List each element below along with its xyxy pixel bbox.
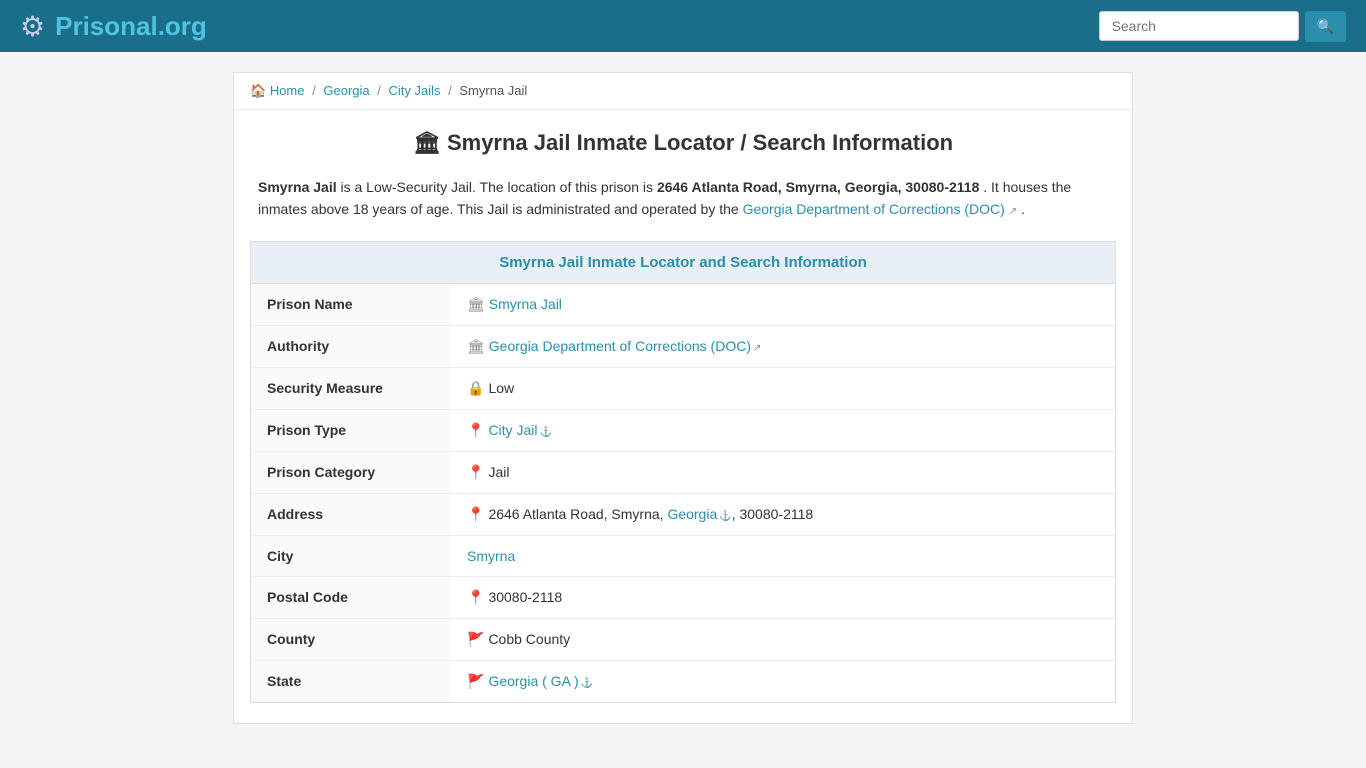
location-icon: 📍 <box>467 422 484 438</box>
label-address: Address <box>251 493 451 535</box>
logo-main: Prisonal <box>55 11 158 41</box>
home-icon: 🏠 <box>250 83 266 98</box>
state-link-in-address[interactable]: Georgia <box>667 506 717 522</box>
search-button[interactable]: 🔍 <box>1305 11 1346 42</box>
table-row: Prison Type 📍City Jail⚓ <box>251 409 1115 451</box>
postal-icon: 📍 <box>467 589 484 605</box>
table-row: Prison Name 🏛Smyrna Jail <box>251 284 1115 326</box>
county-icon: 🚩 <box>467 631 484 647</box>
table-row: Security Measure 🔒Low <box>251 367 1115 409</box>
label-prison-category: Prison Category <box>251 451 451 493</box>
ext-icon3: ⚓ <box>719 511 731 522</box>
postal-code-value: 30080-2118 <box>488 589 562 605</box>
description: Smyrna Jail is a Low-Security Jail. The … <box>234 166 1132 241</box>
state-link[interactable]: Georgia ( GA ) <box>488 673 578 689</box>
desc-text-1: is a Low-Security Jail. The location of … <box>341 179 657 195</box>
site-header: ⚙ Prisonal.org 🔍 <box>0 0 1366 52</box>
authority-link[interactable]: Georgia Department of Corrections (DOC) <box>743 201 1005 217</box>
address-text-2: , 30080-2118 <box>732 506 813 522</box>
security-value: Low <box>488 380 514 396</box>
address-text-1: 2646 Atlanta Road, Smyrna, <box>488 506 667 522</box>
label-county: County <box>251 618 451 660</box>
ext-link-icon: ↗ <box>1009 206 1017 217</box>
ext-icon2: ⚓ <box>539 427 551 438</box>
prison-icon: 🏛 <box>467 296 485 312</box>
lock-icon: 🔒 <box>467 380 484 396</box>
label-security: Security Measure <box>251 367 451 409</box>
breadcrumb: 🏠 Home / Georgia / City Jails / Smyrna J… <box>234 73 1132 110</box>
address-icon: 📍 <box>467 506 484 522</box>
prison-category-value: Jail <box>488 464 509 480</box>
table-row: Address 📍2646 Atlanta Road, Smyrna, Geor… <box>251 493 1115 535</box>
label-city: City <box>251 535 451 576</box>
county-value: Cobb County <box>488 631 570 647</box>
prison-type-link[interactable]: City Jail <box>488 422 537 438</box>
label-prison-type: Prison Type <box>251 409 451 451</box>
breadcrumb-georgia[interactable]: Georgia <box>323 83 369 98</box>
label-prison-name: Prison Name <box>251 284 451 326</box>
authority-value-link[interactable]: Georgia Department of Corrections (DOC) <box>489 338 751 354</box>
table-row: Prison Category 📍Jail <box>251 451 1115 493</box>
authority-icon: 🏛 <box>467 338 485 354</box>
breadcrumb-city-jails[interactable]: City Jails <box>389 83 441 98</box>
search-input[interactable] <box>1099 11 1299 41</box>
label-authority: Authority <box>251 325 451 367</box>
prison-address-bold: 2646 Atlanta Road, Smyrna, Georgia, 3008… <box>657 179 979 195</box>
desc-text-3: . <box>1021 201 1025 217</box>
prison-icon: 🏛 <box>413 130 441 155</box>
breadcrumb-home[interactable]: Home <box>270 83 305 98</box>
search-area: 🔍 <box>1099 11 1346 42</box>
category-icon: 📍 <box>467 464 484 480</box>
logo-accent: .org <box>158 11 207 41</box>
ext-icon4: ⚓ <box>581 678 593 689</box>
state-icon: 🚩 <box>467 673 484 689</box>
label-state: State <box>251 660 451 702</box>
label-postal-code: Postal Code <box>251 576 451 618</box>
table-row: Authority 🏛Georgia Department of Correct… <box>251 325 1115 367</box>
page-title: 🏛 Smyrna Jail Inmate Locator / Search In… <box>234 110 1132 166</box>
table-row: County 🚩Cobb County <box>251 618 1115 660</box>
ext-icon: ↗ <box>753 343 761 354</box>
table-row: City Smyrna <box>251 535 1115 576</box>
info-table: Prison Name 🏛Smyrna Jail Authority 🏛Geor… <box>251 284 1115 702</box>
logo-text: Prisonal.org <box>55 11 207 42</box>
logo-icon: ⚙ <box>20 10 45 43</box>
logo-area: ⚙ Prisonal.org <box>20 10 207 43</box>
prison-name-bold: Smyrna Jail <box>258 179 337 195</box>
city-link[interactable]: Smyrna <box>467 548 515 564</box>
breadcrumb-current: Smyrna Jail <box>459 83 527 98</box>
table-row: State 🚩Georgia ( GA )⚓ <box>251 660 1115 702</box>
main-content: 🏠 Home / Georgia / City Jails / Smyrna J… <box>233 72 1133 724</box>
table-row: Postal Code 📍30080-2118 <box>251 576 1115 618</box>
info-section-title: Smyrna Jail Inmate Locator and Search In… <box>251 242 1115 284</box>
prison-name-link[interactable]: Smyrna Jail <box>489 296 562 312</box>
info-section: Smyrna Jail Inmate Locator and Search In… <box>250 241 1116 703</box>
